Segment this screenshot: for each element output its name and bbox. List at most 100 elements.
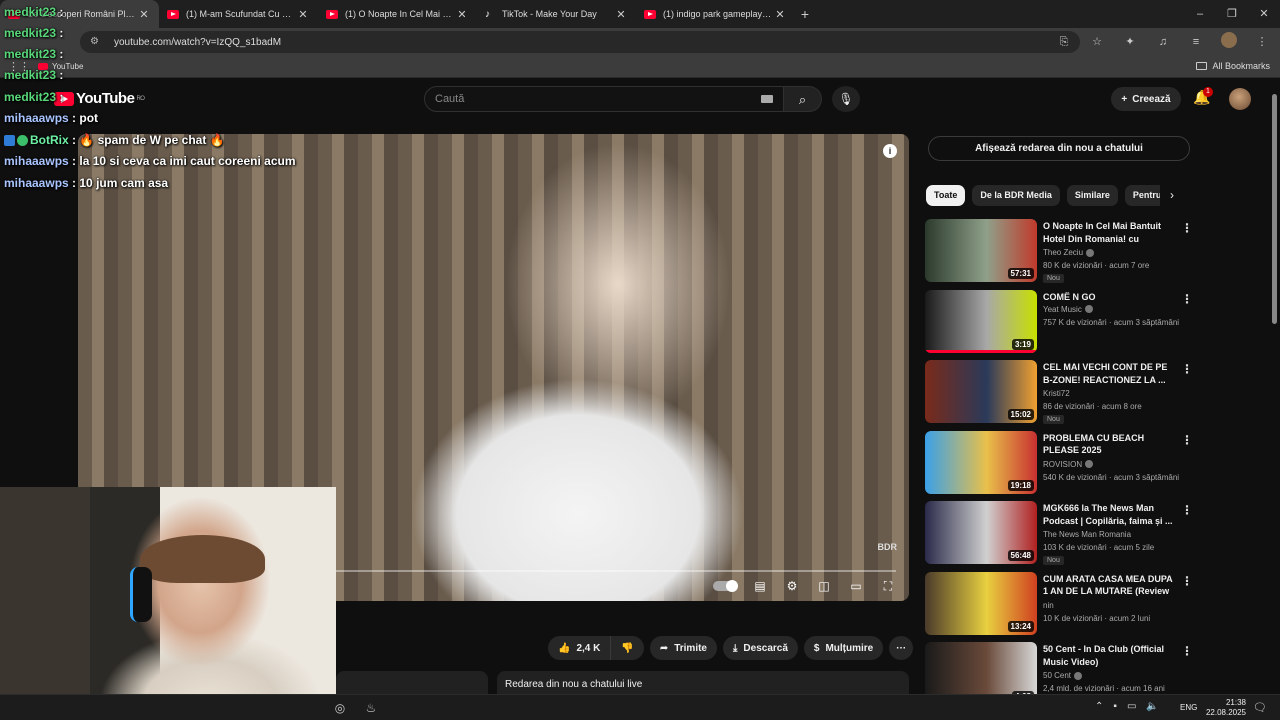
channel-name[interactable]: nin — [1043, 601, 1054, 610]
chat-separator: : — [56, 5, 64, 19]
recommendation-item[interactable]: 57:31 O Noapte In Cel Mai Bantuit Hotel D… — [925, 219, 1265, 290]
more-options-icon[interactable]: ⋮ — [1181, 292, 1193, 306]
channel-name[interactable]: Theo Zeciu — [1043, 248, 1095, 257]
restore-button[interactable]: ❐ — [1216, 0, 1248, 28]
tiktok-icon: ♪ — [485, 8, 490, 20]
notifications-button[interactable]: 🔔 1 — [1193, 87, 1213, 109]
create-button[interactable]: + Creează — [1111, 87, 1181, 111]
recommendation-item[interactable]: 3:19 COMË N GO Yeat Music 757 K de vizionăr… — [925, 289, 1265, 361]
like-button[interactable]: 👍 2,4 K — [548, 636, 612, 660]
volume-icon[interactable]: 🔈 — [1146, 701, 1158, 712]
search-input[interactable]: Caută — [424, 86, 784, 112]
scrollbar-thumb[interactable] — [1272, 94, 1277, 324]
channel-name[interactable]: 50 Cent — [1043, 671, 1083, 680]
browser-tab[interactable]: (1) M-am Scufundat Cu Un Tub...✕ — [159, 0, 318, 28]
miniplayer-icon[interactable]: ◫ — [815, 578, 833, 594]
keyboard-icon[interactable] — [761, 95, 773, 103]
subtitles-icon[interactable]: ▤ — [751, 578, 769, 594]
chip-filter[interactable]: Similare — [1066, 185, 1118, 206]
video-title[interactable]: CUM ARATA CASA MEA DUPA 1 AN DE LA MUTAR… — [1043, 573, 1175, 598]
video-thumbnail[interactable]: 13:24 — [925, 571, 1037, 635]
minimize-button[interactable]: – — [1184, 0, 1216, 28]
voice-search-button[interactable]: 🎙 — [832, 86, 860, 112]
bookmark-star-icon[interactable]: ☆ — [1087, 32, 1107, 52]
video-title[interactable]: PROBLEMA CU BEACH PLEASE 2025 — [1043, 432, 1175, 457]
browser-tab[interactable]: ♪ TikTok - Make Your Day ✕ — [477, 0, 636, 28]
more-options-icon[interactable]: ⋮ — [1181, 221, 1193, 235]
recommendation-item[interactable]: 13:24 CUM ARATA CASA MEA DUPA 1 AN DE LA … — [925, 571, 1265, 643]
theater-mode-icon[interactable]: ▭ — [847, 578, 865, 594]
close-tab-icon[interactable]: ✕ — [296, 8, 310, 21]
browser-tab[interactable]: (1) O Noapte In Cel Mai Bantuit...✕ — [318, 0, 477, 28]
close-tab-icon[interactable]: ✕ — [455, 8, 469, 21]
more-options-icon[interactable]: ⋮ — [1181, 574, 1193, 588]
video-thumbnail[interactable]: 3:19 — [925, 289, 1037, 353]
download-button[interactable]: ⤓ Descarcă — [723, 636, 798, 660]
chip-filter[interactable]: Pentru tine — [1124, 185, 1160, 206]
extensions-icon[interactable]: ✦ — [1120, 32, 1140, 52]
description-box[interactable] — [336, 671, 488, 695]
chip-filter[interactable]: De la BDR Media — [972, 185, 1060, 206]
more-options-icon[interactable]: ⋮ — [1181, 644, 1193, 658]
recommendation-item[interactable]: 19:18 PROBLEMA CU BEACH PLEASE 2025 ROVISI… — [925, 430, 1265, 502]
recommendation-item[interactable]: 15:02 CEL MAI VECHI CONT DE PE B-ZONE! RE… — [925, 360, 1265, 431]
tray-app-icon[interactable]: ▪ — [1113, 701, 1117, 712]
language-indicator[interactable]: ENG — [1180, 703, 1197, 712]
page-scrollbar[interactable] — [1271, 90, 1277, 690]
more-options-icon[interactable]: ⋮ — [1181, 503, 1193, 517]
show-chat-replay-button[interactable]: Afișează redarea din nou a chatului — [928, 136, 1190, 161]
video-title[interactable]: MGK666 la The News Man Podcast | Copilăr… — [1043, 502, 1175, 527]
chip-filter[interactable]: Toate — [926, 185, 966, 206]
browser-tab[interactable]: (1) indigo park gameplay - You...✕ — [636, 0, 795, 28]
clock[interactable]: 21:38 22.08.2025 — [1198, 698, 1246, 718]
channel-name[interactable]: The News Man Romania — [1043, 530, 1131, 539]
video-progress-bar[interactable] — [336, 570, 896, 572]
address-bar[interactable]: ⚙ youtube.com/watch?v=IzQQ_s1badM — [80, 31, 1080, 53]
install-app-icon[interactable]: ⎘ — [1054, 32, 1074, 52]
close-window-button[interactable]: ✕ — [1248, 0, 1280, 28]
channel-watermark[interactable]: BDR — [878, 542, 898, 552]
browser-menu-icon[interactable]: ⋮ — [1252, 32, 1272, 52]
new-tab-button[interactable]: + — [795, 6, 815, 22]
video-title[interactable]: 50 Cent - In Da Club (Official Music Vid… — [1043, 643, 1175, 668]
site-info-icon[interactable]: ⚙ — [90, 37, 102, 47]
autoplay-toggle[interactable] — [713, 580, 738, 592]
tray-overflow-icon[interactable]: ⌃ — [1095, 701, 1103, 712]
account-avatar[interactable] — [1229, 88, 1251, 110]
reading-list-icon[interactable]: ≡ — [1186, 32, 1206, 52]
video-thumbnail[interactable]: 19:18 — [925, 430, 1037, 494]
video-title[interactable]: COMË N GO — [1043, 291, 1175, 304]
close-tab-icon[interactable]: ✕ — [137, 8, 151, 21]
video-title[interactable]: O Noapte In Cel Mai Bantuit Hotel Din Ro… — [1043, 220, 1175, 245]
video-thumbnail[interactable]: 15:02 — [925, 360, 1037, 423]
channel-name[interactable]: ROVISION — [1043, 460, 1094, 469]
profile-avatar[interactable] — [1219, 32, 1239, 52]
app-taskbar-icon[interactable]: ◎ — [333, 701, 347, 715]
more-options-icon[interactable]: ⋮ — [1181, 362, 1193, 376]
media-icon[interactable]: ♫ — [1153, 32, 1173, 52]
fullscreen-icon[interactable]: ⛶ — [879, 578, 897, 594]
video-thumbnail[interactable]: 57:31 — [925, 219, 1037, 282]
steam-icon[interactable]: ♨ — [364, 701, 378, 715]
info-icon[interactable]: i — [883, 144, 897, 158]
video-title[interactable]: CEL MAI VECHI CONT DE PE B-ZONE! REACTIO… — [1043, 361, 1175, 386]
notification-center-icon[interactable]: 🗨 — [1253, 701, 1267, 714]
youtube-logo[interactable]: YouTube RO — [54, 90, 145, 107]
share-button[interactable]: ➦ Trimite — [649, 636, 717, 660]
channel-name[interactable]: Kristi72 — [1043, 389, 1070, 398]
close-tab-icon[interactable]: ✕ — [773, 8, 787, 21]
close-tab-icon[interactable]: ✕ — [614, 8, 628, 21]
dislike-button[interactable]: 👎 — [611, 636, 644, 660]
chevron-right-icon[interactable]: › — [1170, 188, 1174, 202]
more-actions-button[interactable]: ··· — [889, 636, 914, 660]
video-thumbnail[interactable]: 56:48 — [925, 501, 1037, 564]
network-icon[interactable]: ▭ — [1127, 701, 1136, 712]
recommendation-item[interactable]: 56:48 MGK666 la The News Man Podcast | Co… — [925, 501, 1265, 572]
thanks-button[interactable]: $ Mulțumire — [803, 636, 884, 660]
live-chat-replay-box[interactable]: Redarea din nou a chatului live — [497, 671, 909, 695]
channel-name[interactable]: Yeat Music — [1043, 305, 1093, 314]
search-button[interactable]: ⌕ — [784, 86, 822, 112]
all-bookmarks-button[interactable]: All Bookmarks — [1196, 61, 1270, 71]
settings-gear-icon[interactable]: ⚙ — [783, 578, 801, 594]
more-options-icon[interactable]: ⋮ — [1181, 433, 1193, 447]
